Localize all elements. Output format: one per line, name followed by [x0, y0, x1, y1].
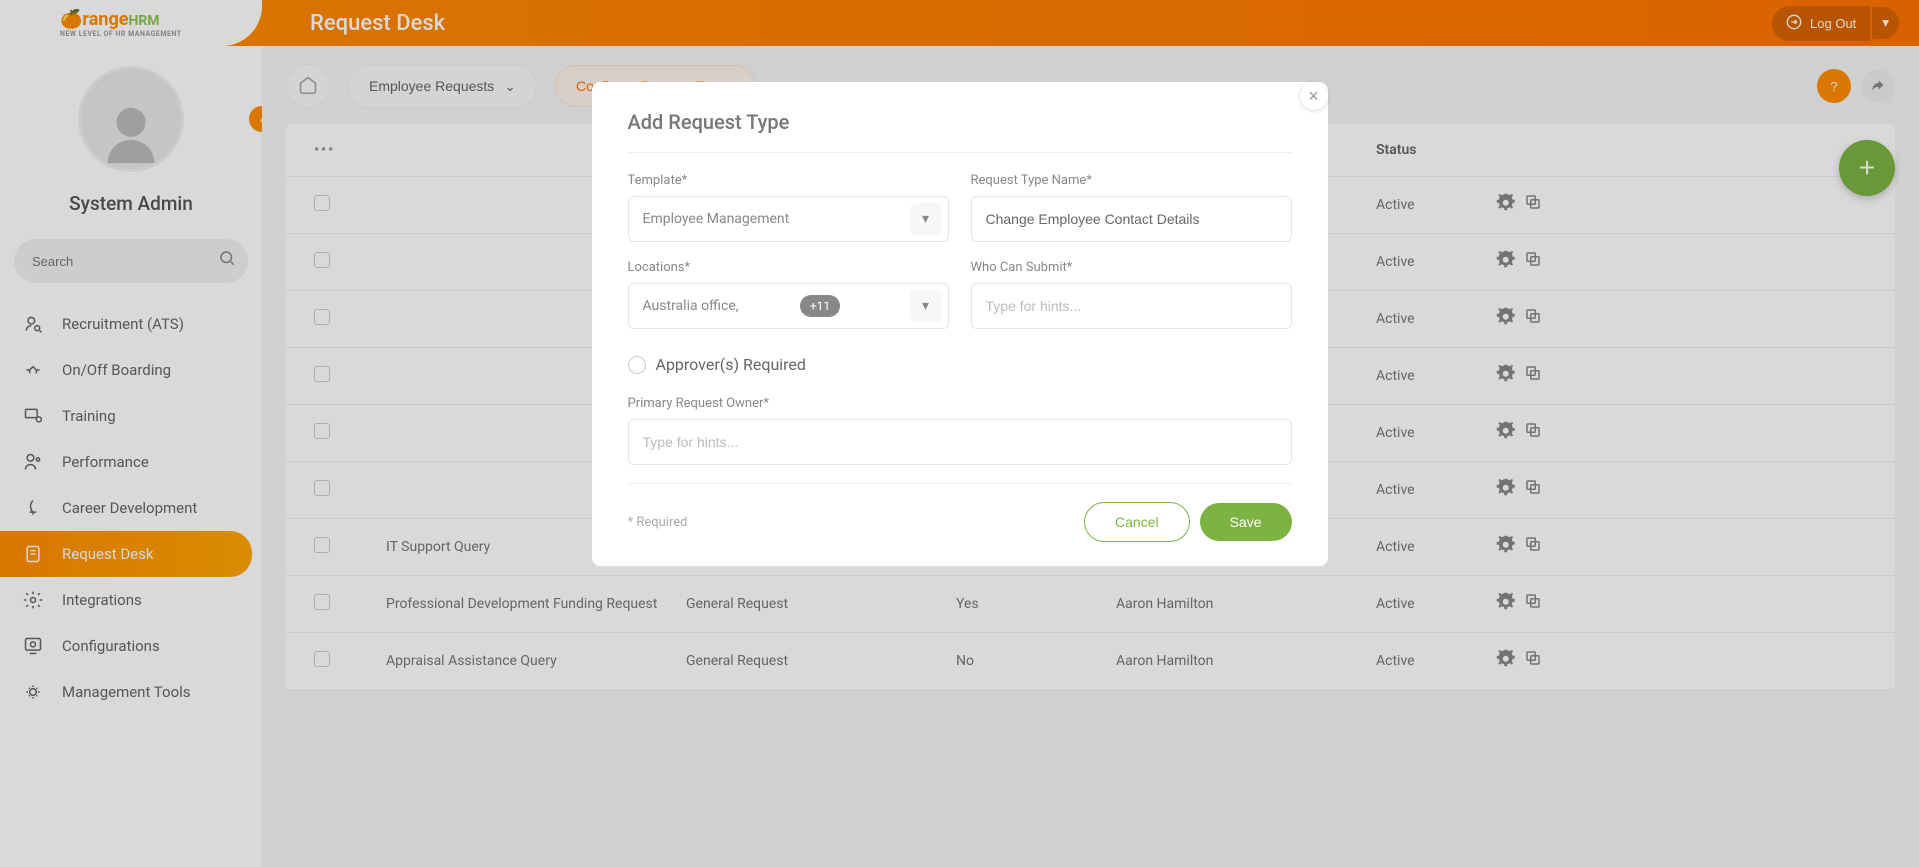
close-icon: × [1308, 86, 1319, 106]
save-button[interactable]: Save [1200, 503, 1292, 541]
request-name-label: Request Type Name* [971, 173, 1292, 188]
approver-required-checkbox-row[interactable]: Approver(s) Required [628, 355, 1292, 374]
modal-title: Add Request Type [628, 110, 1292, 134]
request-name-input[interactable] [986, 211, 1277, 227]
locations-label: Locations* [628, 260, 949, 275]
template-label: Template* [628, 173, 949, 188]
primary-owner-input[interactable] [643, 434, 1277, 450]
locations-select[interactable]: Australia office, +11 ▾ [628, 283, 949, 329]
template-select[interactable]: Employee Management ▾ [628, 196, 949, 242]
template-value: Employee Management [643, 211, 790, 227]
caret-down-icon: ▾ [922, 298, 929, 314]
caret-down-icon: ▾ [922, 211, 929, 227]
modal-footer: * Required Cancel Save [628, 483, 1292, 542]
approver-required-checkbox[interactable] [628, 356, 646, 374]
who-can-submit-field[interactable] [971, 283, 1292, 329]
primary-owner-field[interactable] [628, 419, 1292, 465]
locations-count-badge: +11 [800, 295, 840, 317]
add-request-type-modal: × Add Request Type Template* Employee Ma… [592, 82, 1328, 566]
required-note: * Required [628, 515, 688, 530]
request-name-field[interactable] [971, 196, 1292, 242]
approver-required-label: Approver(s) Required [656, 355, 806, 374]
divider [628, 152, 1292, 153]
locations-caret[interactable]: ▾ [910, 290, 942, 322]
who-can-submit-input[interactable] [986, 298, 1277, 314]
modal-close-button[interactable]: × [1300, 82, 1328, 110]
template-caret[interactable]: ▾ [910, 203, 942, 235]
locations-value: Australia office, [643, 298, 739, 314]
who-can-submit-label: Who Can Submit* [971, 260, 1292, 275]
modal-overlay: × Add Request Type Template* Employee Ma… [0, 0, 1919, 867]
cancel-button[interactable]: Cancel [1084, 502, 1190, 542]
primary-owner-label: Primary Request Owner* [628, 396, 1292, 411]
